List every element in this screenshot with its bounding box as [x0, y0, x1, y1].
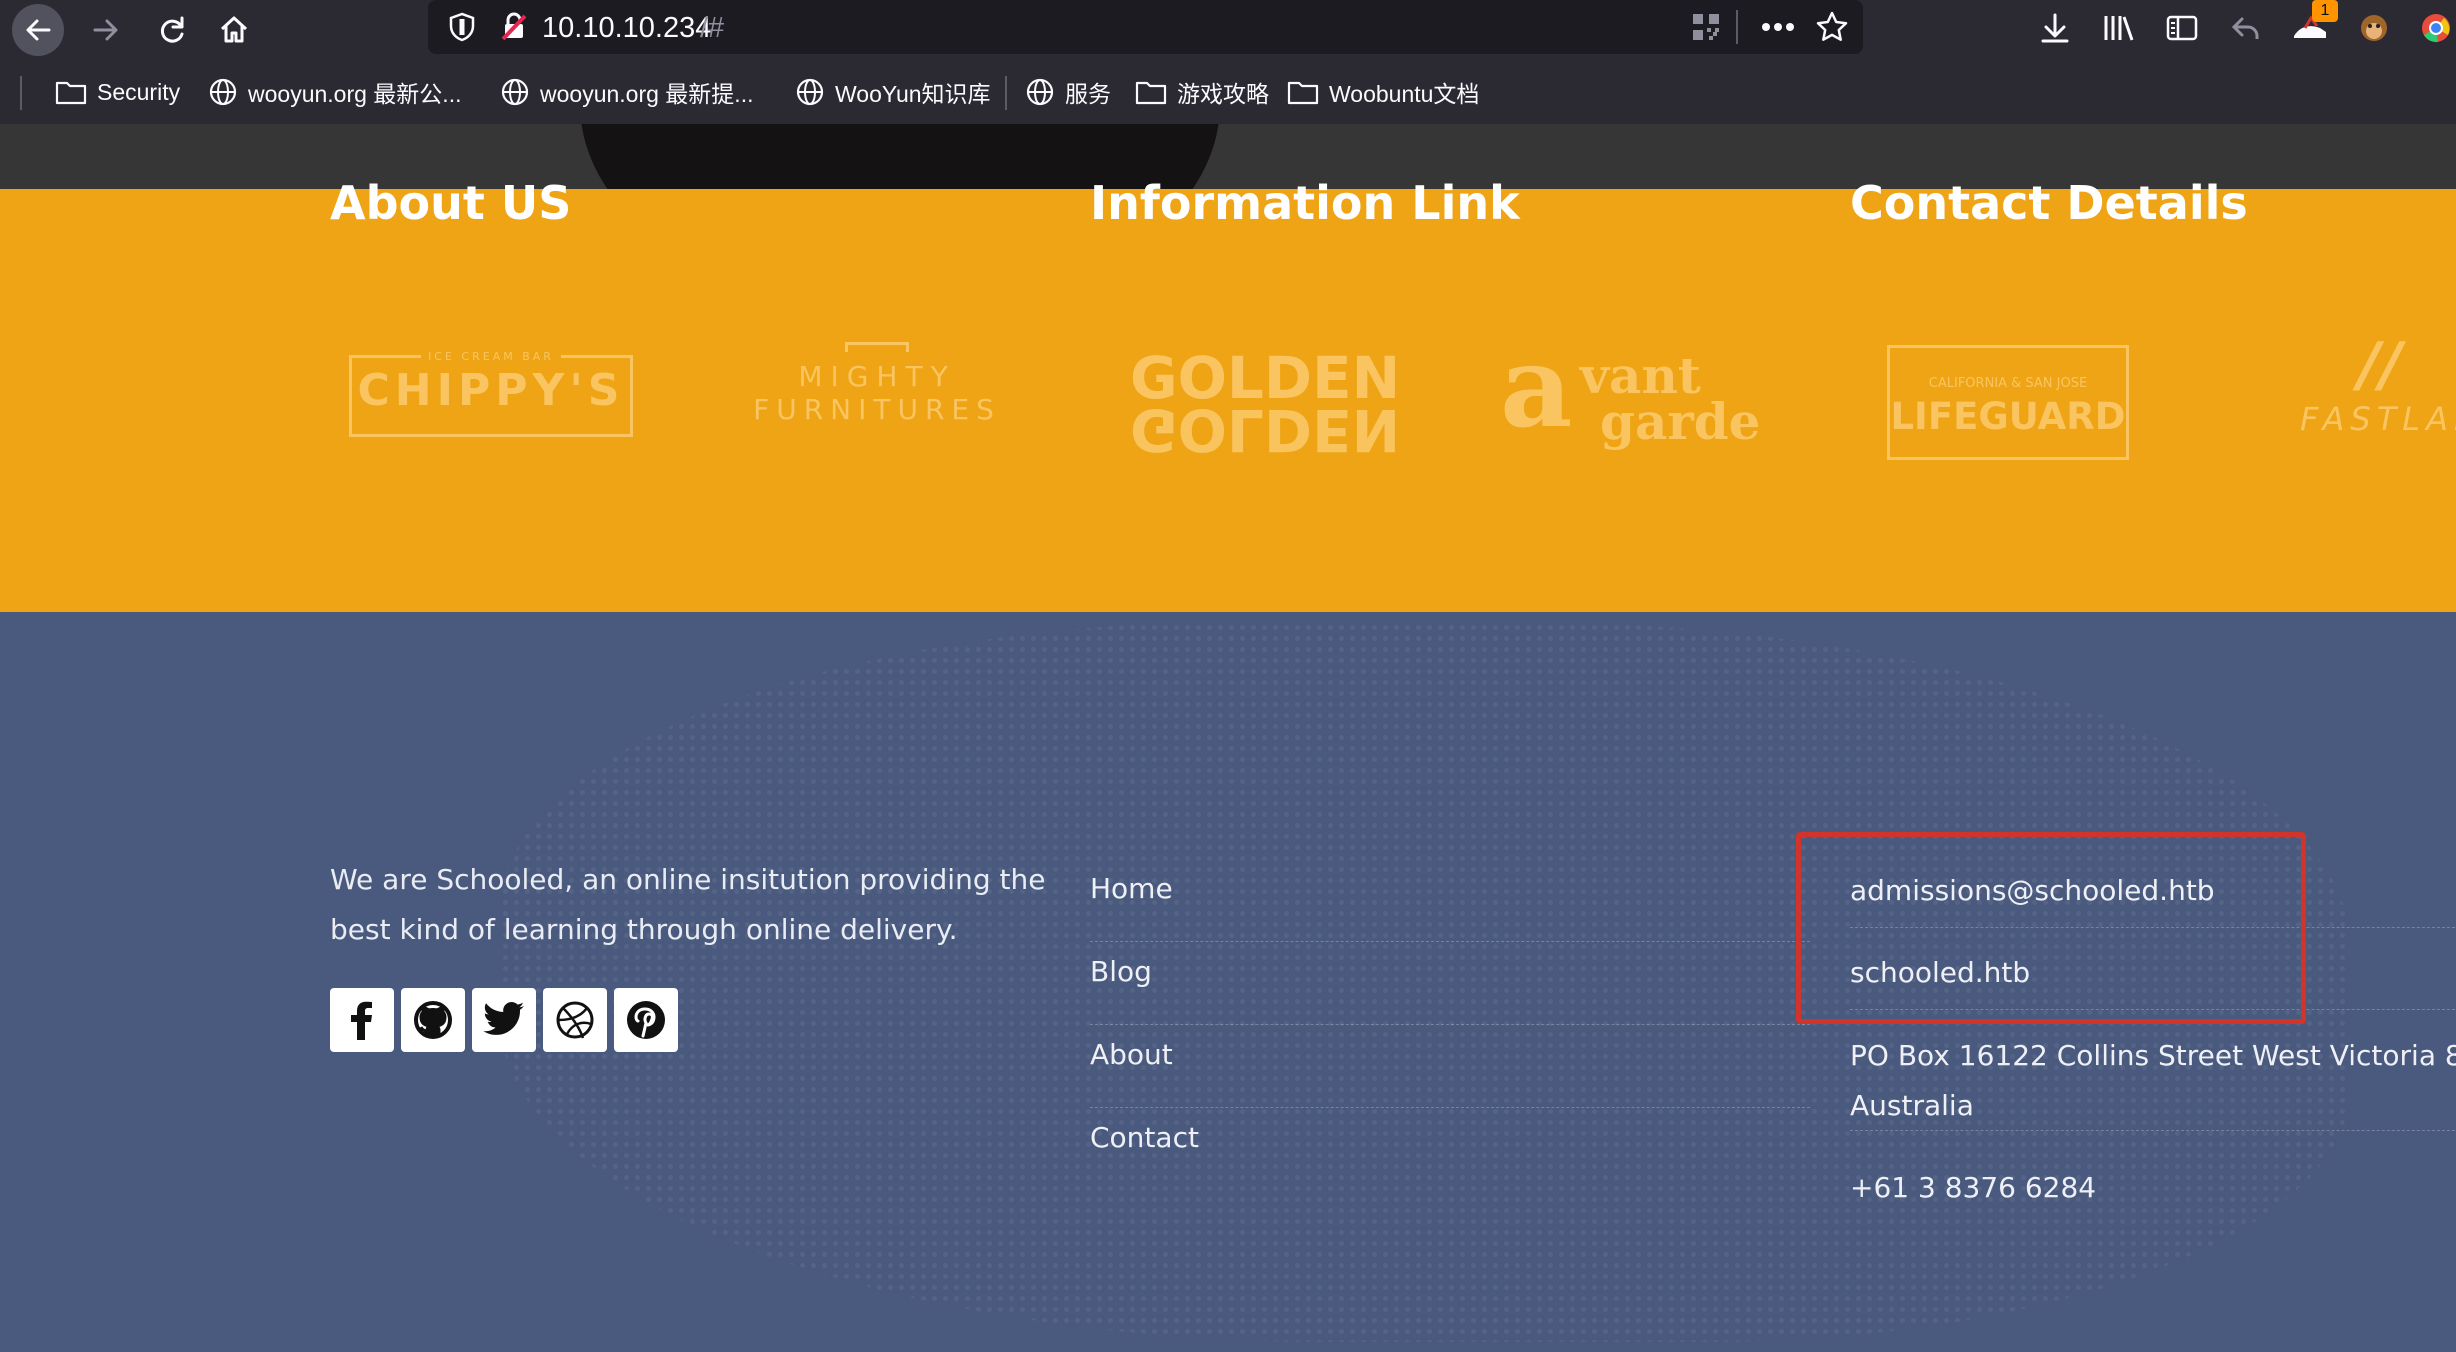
dribbble-button[interactable]: [543, 988, 607, 1052]
reload-icon: [160, 16, 184, 43]
logo-golden-mirror: GOLDEN: [1130, 396, 1401, 464]
extension-badge: 1: [2312, 0, 2338, 22]
annotation-highlight-box: [1796, 832, 2306, 1024]
folder-icon: [55, 81, 87, 105]
pinterest-icon: [627, 1001, 665, 1039]
pinterest-button[interactable]: [614, 988, 678, 1052]
contact-address-line2: Australia: [1850, 1089, 1974, 1122]
bookmark-label: 游戏攻略: [1177, 81, 1269, 107]
github-icon: [414, 1001, 452, 1039]
dribbble-icon: [556, 1001, 594, 1039]
url-path[interactable]: /#: [700, 12, 724, 45]
bookmark-label: Woobuntu文档: [1329, 81, 1480, 107]
logo-mighty-line2: FURNITURES: [753, 393, 1001, 426]
library-icon[interactable]: [2097, 6, 2141, 50]
footer-link-contact[interactable]: Contact: [1090, 1109, 1810, 1191]
info-links-title: Information Link: [1090, 176, 1520, 230]
bench-icon: [845, 342, 909, 352]
globe-icon: [209, 78, 237, 106]
bookmark-label: 服务: [1065, 81, 1111, 107]
about-title: About US: [330, 176, 572, 230]
logo-fastlane-name: FASTLAN: [2300, 400, 2456, 438]
url-bar-divider: [1736, 10, 1738, 44]
footer-link-blog[interactable]: Blog: [1090, 943, 1810, 1025]
twitter-icon: [483, 1002, 524, 1035]
logo-chippys: ICE CREAM BAR CHIPPY'S: [349, 350, 633, 437]
logo-golden: GOLDEN GOLDEN: [1130, 349, 1401, 464]
bookmark-separator: [20, 76, 22, 110]
bookmark-label: Security: [97, 78, 181, 105]
reload-button[interactable]: [146, 4, 198, 56]
folder-icon: [1287, 81, 1319, 105]
logo-mighty-furnitures: MIGHTY FURNITURES: [752, 342, 1002, 426]
footer-link-about[interactable]: About: [1090, 1026, 1810, 1108]
facebook-icon: [351, 1001, 372, 1040]
globe-icon: [1026, 78, 1054, 106]
monkey-extension-icon[interactable]: [2352, 6, 2396, 50]
logo-lifeguard-name: LIFEGUARD: [1890, 395, 2126, 438]
bookmark-security[interactable]: Security: [55, 72, 180, 112]
contact-title: Contact Details: [1850, 176, 2248, 230]
bookmark-wooyun-latest-public[interactable]: wooyun.org 最新公...: [208, 72, 461, 112]
bookmark-woobuntu-docs[interactable]: Woobuntu文档: [1287, 72, 1479, 112]
url-host[interactable]: 10.10.10.234: [542, 12, 711, 45]
download-icon[interactable]: [2033, 6, 2077, 50]
globe-icon: [796, 78, 824, 106]
folder-icon: [1135, 81, 1167, 105]
insecure-lock-icon[interactable]: [492, 5, 536, 49]
arrow-left-icon: [26, 19, 51, 41]
sidebar-icon[interactable]: [2160, 6, 2204, 50]
bookmark-star-icon[interactable]: [1810, 5, 1854, 49]
facebook-button[interactable]: [330, 988, 394, 1052]
bookmark-services[interactable]: 服务: [1025, 72, 1111, 112]
logo-mighty-line1: MIGHTY: [798, 360, 956, 393]
home-icon: [220, 16, 248, 43]
globe-icon: [501, 78, 529, 106]
forward-button[interactable]: [80, 4, 132, 56]
contact-phone[interactable]: +61 3 8376 6284: [1850, 1163, 2456, 1213]
chrome-extension-icon[interactable]: [2414, 6, 2456, 50]
fastlane-mark-icon: //: [2358, 330, 2402, 400]
footer-link-home[interactable]: Home: [1090, 860, 1810, 942]
bookmark-label: WooYun知识库: [835, 81, 991, 107]
arrow-right-icon: [93, 19, 118, 41]
bookmark-separator: [1005, 76, 1007, 110]
home-button[interactable]: [208, 4, 260, 56]
back-button[interactable]: [12, 4, 64, 56]
twitter-button[interactable]: [472, 988, 536, 1052]
shield-icon[interactable]: [440, 5, 484, 49]
bookmark-wooyun-knowledge[interactable]: WooYun知识库: [795, 72, 991, 112]
logo-lifeguard: CALIFORNIA & SAN JOSE LIFEGUARD: [1887, 345, 2129, 460]
contact-address-line1: PO Box 16122 Collins Street West Victori…: [1850, 1039, 2456, 1072]
logo-avant-letter: a: [1500, 322, 1573, 453]
more-actions-icon[interactable]: [1756, 5, 1800, 49]
logo-avant-line2: garde: [1600, 392, 1761, 451]
undo-icon[interactable]: [2224, 6, 2268, 50]
about-text-line1: We are Schooled, an online insitution pr…: [330, 863, 1046, 896]
bookmark-label: wooyun.org 最新公...: [248, 81, 462, 107]
bookmark-game-guides[interactable]: 游戏攻略: [1135, 72, 1269, 112]
bookmark-wooyun-latest-submit[interactable]: wooyun.org 最新提...: [500, 72, 753, 112]
logo-lifeguard-tagline: CALIFORNIA & SAN JOSE: [1928, 376, 2088, 391]
logo-chippys-name: CHIPPY'S: [357, 365, 625, 416]
contact-address: PO Box 16122 Collins Street West Victori…: [1850, 1031, 2456, 1131]
about-text-line2: best kind of learning through online del…: [330, 913, 958, 946]
qr-code-icon[interactable]: [1684, 5, 1728, 49]
logo-fastlane: // FASTLAN: [2280, 330, 2456, 438]
logo-avant-garde: a vant garde: [1500, 322, 1780, 453]
bookmark-label: wooyun.org 最新提...: [540, 81, 754, 107]
browser-toolbar: 10.10.10.234 /# 1: [0, 0, 2456, 58]
logo-chippys-tagline: ICE CREAM BAR: [421, 350, 561, 363]
github-button[interactable]: [401, 988, 465, 1052]
